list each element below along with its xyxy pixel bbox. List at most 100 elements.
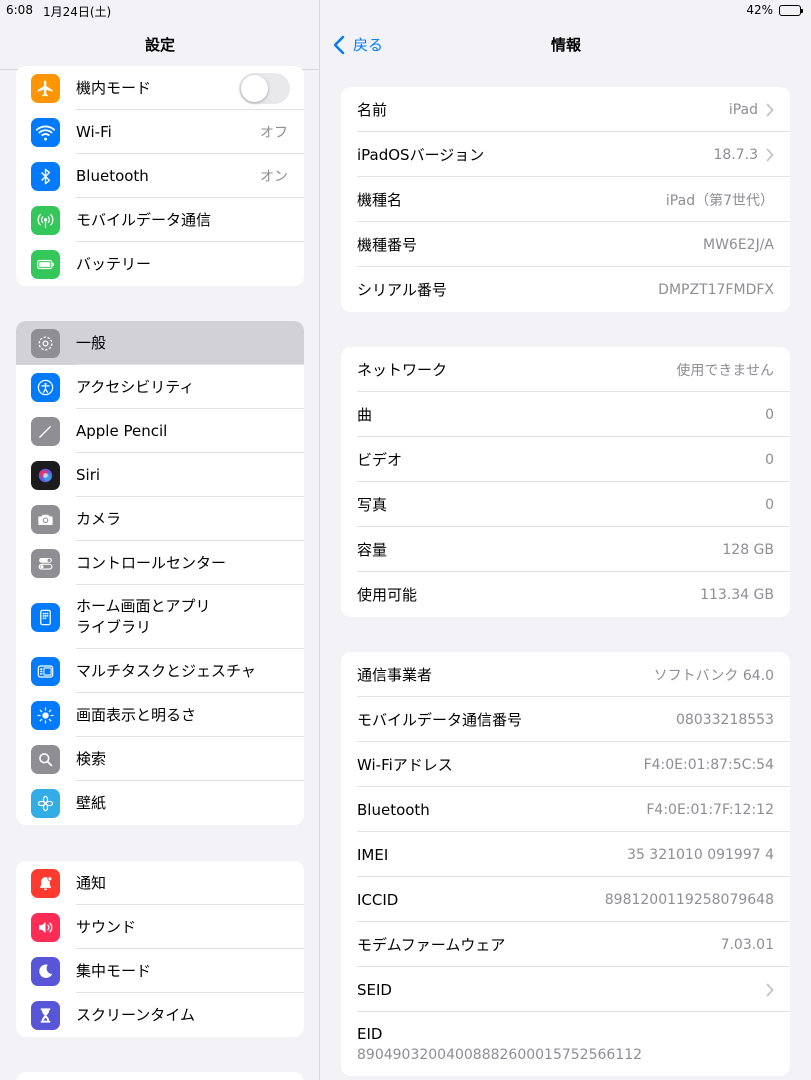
sidebar-item-label: Bluetooth: [76, 166, 149, 185]
sidebar-item-camera[interactable]: カメラ: [16, 497, 304, 541]
info-value: F4:0E:01:87:5C:54: [643, 756, 774, 773]
status-bar: 6:08 1月24日(土) 42%: [0, 0, 811, 22]
info-row-model-number[interactable]: 機種番号 MW6E2J/A: [341, 222, 790, 267]
sidebar-item-label: アクセシビリティ: [76, 377, 195, 396]
home-screen-icon: [31, 602, 60, 632]
sidebar-item-label: 集中モード: [76, 961, 152, 980]
info-key: モデムファームウェア: [357, 936, 506, 954]
info-row-name[interactable]: 名前 iPad: [341, 87, 790, 132]
sidebar-item-apple-pencil[interactable]: Apple Pencil: [16, 409, 304, 453]
sidebar-item-label: マルチタスクとジェスチャ: [76, 661, 256, 680]
sidebar-item-airplane-mode[interactable]: 機内モード: [16, 66, 304, 110]
status-time: 6:08: [6, 3, 33, 17]
info-value: 128 GB: [722, 541, 774, 558]
sidebar-item-siri[interactable]: Siri: [16, 453, 304, 497]
device-info-section: 名前 iPad iPadOSバージョン 18.7.3 機種名 iPad（第7世代…: [341, 87, 790, 312]
sidebar-item-general[interactable]: 一般: [16, 321, 304, 365]
wallpaper-icon: [31, 788, 60, 818]
focus-icon: [31, 956, 60, 986]
sidebar-item-search[interactable]: 検索: [16, 737, 304, 781]
sidebar-item-battery[interactable]: バッテリー: [16, 242, 304, 286]
sidebar-item-accessibility[interactable]: アクセシビリティ: [16, 365, 304, 409]
sound-icon: [31, 912, 60, 942]
sidebar-item-label: モバイルデータ通信: [76, 210, 212, 229]
sidebar-item-label: コントロールセンター: [76, 553, 227, 572]
info-row-os-version[interactable]: iPadOSバージョン 18.7.3: [341, 132, 790, 177]
info-row-imei: IMEI 35 321010 091997 4: [341, 832, 790, 877]
settings-sidebar: 設定 機内モード Wi-Fi オフ Bluetooth オン モバイルデータ通信…: [0, 0, 320, 1080]
page-title: 情報: [550, 36, 581, 54]
about-pane: 戻る 情報 名前 iPad iPadOSバージョン 18.7.3 機種名 iPa…: [321, 0, 811, 1080]
info-key: IMEI: [357, 845, 389, 864]
sidebar-item-label: Wi-Fi: [76, 122, 112, 141]
bluetooth-status: オン: [260, 169, 288, 185]
sidebar-item-screen-time[interactable]: スクリーンタイム: [16, 993, 304, 1037]
info-value: 使用できません: [676, 362, 774, 379]
info-value: 7.03.01: [720, 936, 774, 953]
sidebar-item-home-screen[interactable]: ホーム画面とアプリ ライブラリ: [16, 585, 304, 649]
multitasking-icon: [31, 656, 60, 686]
camera-icon: [31, 504, 60, 534]
siri-icon: [31, 460, 60, 490]
chevron-right-icon: [766, 103, 774, 116]
sidebar-item-cellular[interactable]: モバイルデータ通信: [16, 198, 304, 242]
sidebar-item-label: スクリーンタイム: [76, 1005, 195, 1024]
sidebar-item-wallpaper[interactable]: 壁紙: [16, 781, 304, 825]
sidebar-item-focus[interactable]: 集中モード: [16, 949, 304, 993]
navigation-bar: 戻る 情報: [321, 22, 811, 70]
brightness-icon: [31, 700, 60, 730]
sidebar-header: 設定: [0, 22, 319, 70]
sidebar-group-notifications: 通知 サウンド 集中モード スクリーンタイム: [16, 861, 304, 1037]
sidebar-item-label: カメラ: [76, 509, 122, 528]
info-value: 0: [765, 496, 774, 513]
info-key: ビデオ: [357, 451, 403, 469]
sidebar-item-label: サウンド: [76, 917, 137, 936]
info-row-photos: 写真 0: [341, 482, 790, 527]
sidebar-item-wifi[interactable]: Wi-Fi オフ: [16, 110, 304, 154]
info-key: シリアル番号: [357, 281, 447, 299]
info-value: 08033218553: [676, 711, 774, 728]
wifi-status: オフ: [260, 125, 288, 141]
sidebar-item-control-center[interactable]: コントロールセンター: [16, 541, 304, 585]
sidebar-title: 設定: [144, 36, 175, 54]
info-key: 機種名: [357, 191, 403, 209]
info-row-capacity: 容量 128 GB: [341, 527, 790, 572]
info-value: 113.34 GB: [700, 586, 774, 603]
sidebar-item-display-brightness[interactable]: 画面表示と明るさ: [16, 693, 304, 737]
sidebar-item-notifications[interactable]: 通知: [16, 861, 304, 905]
info-key: 写真: [357, 496, 388, 514]
info-value: F4:0E:01:7F:12:12: [646, 801, 774, 818]
info-value: 8981200119258079648: [604, 891, 774, 908]
status-date: 1月24日(土): [42, 5, 112, 19]
sidebar-item-label: バッテリー: [76, 254, 152, 273]
info-value: 89049032004008882600015752566112: [357, 1047, 643, 1063]
chevron-right-icon: [766, 148, 774, 161]
info-key: 名前: [357, 101, 388, 119]
sidebar-item-sounds[interactable]: サウンド: [16, 905, 304, 949]
gear-icon: [31, 328, 60, 358]
info-row-seid[interactable]: SEID: [341, 967, 790, 1012]
info-key: 通信事業者: [357, 666, 433, 684]
sidebar-item-label: 検索: [76, 749, 107, 768]
sidebar-item-multitasking[interactable]: マルチタスクとジェスチャ: [16, 649, 304, 693]
airplane-icon: [31, 73, 60, 103]
airplane-mode-toggle[interactable]: [239, 72, 290, 104]
sidebar-group-connectivity: 機内モード Wi-Fi オフ Bluetooth オン モバイルデータ通信 バッ…: [16, 66, 304, 286]
sidebar-item-bluetooth[interactable]: Bluetooth オン: [16, 154, 304, 198]
sidebar-item-label: 機内モード: [76, 78, 152, 97]
info-value: iPad: [728, 101, 758, 118]
sidebar-group-general: 一般 アクセシビリティ Apple Pencil Siri カメラ コントロール…: [16, 321, 304, 825]
info-row-bluetooth-address: Bluetooth F4:0E:01:7F:12:12: [341, 787, 790, 832]
info-key: Wi-Fiアドレス: [357, 756, 453, 774]
sidebar-item-label: Siri: [76, 465, 101, 484]
info-row-cellular-number: モバイルデータ通信番号 08033218553: [341, 697, 790, 742]
info-key: 容量: [357, 541, 388, 559]
sidebar-item-label: 通知: [76, 873, 107, 892]
control-center-icon: [31, 548, 60, 578]
info-row-modem-firmware: モデムファームウェア 7.03.01: [341, 922, 790, 967]
info-row-eid: EID 89049032004008882600015752566112: [341, 1012, 790, 1076]
info-row-serial-number[interactable]: シリアル番号 DMPZT17FMDFX: [341, 267, 790, 312]
notification-icon: [31, 868, 60, 898]
screen-time-icon: [31, 1000, 60, 1030]
info-key: ICCID: [357, 890, 399, 909]
